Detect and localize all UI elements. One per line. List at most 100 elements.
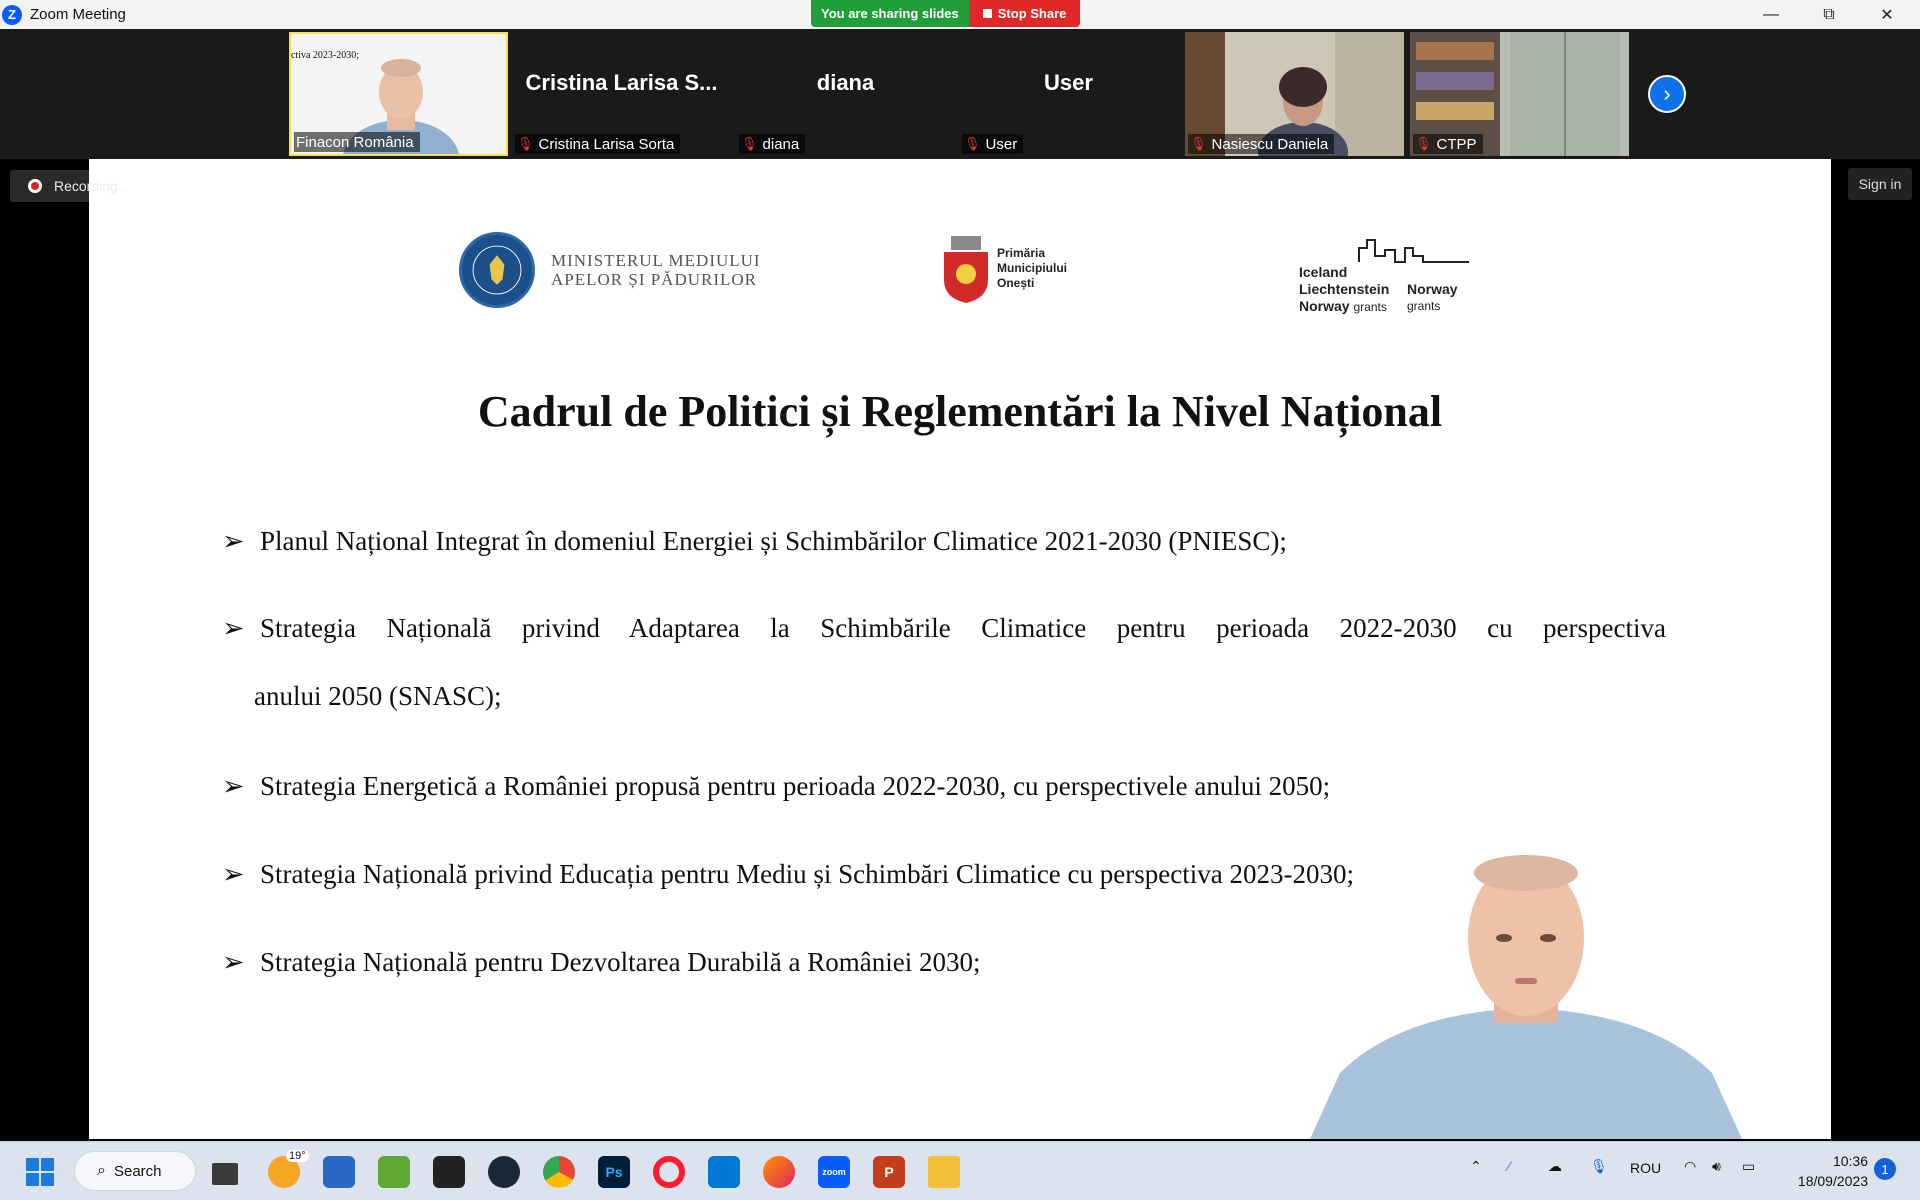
task-view-icon[interactable] bbox=[212, 1163, 238, 1185]
volume-icon[interactable]: 🔊︎ bbox=[1712, 1158, 1721, 1175]
stop-icon bbox=[982, 9, 992, 18]
photoshop-icon[interactable]: Ps bbox=[598, 1156, 630, 1188]
stop-share-label: Stop Share bbox=[997, 6, 1067, 21]
nvidia-icon[interactable] bbox=[378, 1156, 410, 1188]
search-icon: ⌕ bbox=[97, 1162, 106, 1179]
primaria-logo: Primăria Municipiului Onești bbox=[941, 232, 1067, 304]
zoom-icon: Z bbox=[2, 4, 22, 25]
taskbar: ⌕ Search 19° Ps zoom P ⌃ ∕ ☁ 🎙︎ ROU ◠ 🔊︎… bbox=[0, 1141, 1920, 1200]
bullet-item: ➢ Strategia Energetică a României propusă… bbox=[222, 751, 1662, 821]
firefox-icon[interactable] bbox=[763, 1156, 795, 1188]
participant-name: 🎙︎ diana bbox=[739, 134, 806, 154]
sign-in-button[interactable]: Sign in bbox=[1848, 168, 1912, 200]
opera-icon[interactable] bbox=[653, 1156, 685, 1188]
ministry-line1: MINISTERUL MEDIULUI bbox=[551, 251, 761, 270]
mic-muted-icon: 🎙︎ bbox=[741, 136, 758, 151]
record-icon bbox=[28, 179, 42, 193]
arrow-bullet-icon: ➢ bbox=[222, 613, 245, 643]
title-bar: Z Zoom Meeting You are sharing slides St… bbox=[0, 0, 1920, 29]
recording-label: Recording... bbox=[54, 178, 130, 194]
eea-line2: Liechtenstein bbox=[1299, 281, 1390, 297]
participant-display-name: diana bbox=[816, 70, 875, 95]
participant-name: 🎙︎ User bbox=[962, 134, 1024, 154]
participant-tile-ctpp[interactable]: 🎙︎ CTPP bbox=[1410, 32, 1629, 156]
ministry-line2: APELOR ȘI PĂDURILOR bbox=[551, 270, 758, 289]
ministry-logo: MINISTERUL MEDIULUI APELOR ȘI PĂDURILOR bbox=[459, 232, 761, 308]
eea-line1: Iceland bbox=[1299, 264, 1348, 280]
eea-line3: Norway bbox=[1299, 298, 1350, 314]
zoom-window: Z Zoom Meeting You are sharing slides St… bbox=[0, 0, 1920, 1200]
search-label: Search bbox=[113, 1162, 162, 1180]
participant-display-name: Cristina Larisa S... bbox=[525, 70, 718, 95]
zoom-icon[interactable]: zoom bbox=[818, 1156, 850, 1188]
windows-start-icon bbox=[26, 1158, 54, 1186]
arrow-bullet-icon: ➢ bbox=[222, 947, 245, 977]
taskbar-search[interactable]: ⌕ Search bbox=[74, 1151, 196, 1191]
battery-icon[interactable]: ▭ bbox=[1742, 1158, 1755, 1175]
participant-strip: ctiva 2023-2030; Finacon România Cristin… bbox=[0, 29, 1920, 159]
nvidia-icon[interactable] bbox=[433, 1156, 465, 1188]
microphone-icon[interactable]: 🎙︎ bbox=[1590, 1158, 1608, 1175]
norway-grants: grants bbox=[1407, 299, 1441, 313]
minimize-button[interactable]: — bbox=[1742, 0, 1800, 29]
mic-muted-icon: 🎙︎ bbox=[964, 136, 981, 151]
onedrive-icon[interactable]: ☁ bbox=[1548, 1158, 1562, 1175]
time: 10:36 bbox=[1832, 1153, 1868, 1169]
weather-temp: 19° bbox=[286, 1150, 309, 1162]
participant-name: 🎙︎ Cristina Larisa Sorta bbox=[515, 134, 681, 154]
participant-name: 🎙︎ CTPP bbox=[1413, 134, 1483, 154]
arrow-bullet-icon: ➢ bbox=[222, 526, 245, 556]
notification-badge[interactable]: 1 bbox=[1874, 1158, 1896, 1180]
window-title: Zoom Meeting bbox=[30, 6, 126, 23]
close-button[interactable]: ✕ bbox=[1858, 0, 1916, 29]
arrow-bullet-icon: ➢ bbox=[222, 859, 245, 889]
date: 18/09/2023 bbox=[1797, 1173, 1868, 1189]
participant-tile-nasiescu[interactable]: 🎙︎ Nasiescu Daniela bbox=[1185, 32, 1404, 156]
chevron-right-icon: › bbox=[1663, 81, 1671, 106]
share-banner: You are sharing slides Stop Share bbox=[811, 0, 1081, 27]
thumb-slide-caption: ctiva 2023-2030; bbox=[291, 50, 360, 61]
speaker-video-overlay[interactable] bbox=[1310, 843, 1742, 1139]
start-button[interactable] bbox=[24, 1156, 56, 1188]
participant-tile-user[interactable]: User 🎙︎ User bbox=[959, 32, 1178, 156]
primaria-line3: Onești bbox=[997, 275, 1035, 290]
powerpoint-icon[interactable]: P bbox=[873, 1156, 905, 1188]
chrome-icon[interactable] bbox=[543, 1156, 575, 1188]
minimize-icon: — bbox=[1763, 5, 1779, 23]
stop-share-button[interactable]: Stop Share bbox=[968, 0, 1081, 27]
participant-name: Finacon România bbox=[294, 132, 420, 152]
norway-label: Norway bbox=[1407, 281, 1458, 297]
wifi-icon[interactable]: ◠ bbox=[1684, 1158, 1696, 1175]
slide-title: Cadrul de Politici și Reglementări la Ni… bbox=[477, 387, 1443, 436]
participant-tile-finacon[interactable]: ctiva 2023-2030; Finacon România bbox=[289, 32, 508, 156]
eea-norway-grants-logo: Iceland Liechtenstein Norway grants Norw… bbox=[1299, 234, 1469, 314]
clock[interactable]: 10:36 18/09/2023 bbox=[1778, 1151, 1868, 1191]
eea-grants: grants bbox=[1353, 300, 1387, 314]
bullet-continuation: anului 2050 (SNASC); bbox=[254, 681, 502, 711]
primaria-line1: Primăria bbox=[997, 245, 1046, 260]
restore-icon: ⧉ bbox=[1823, 5, 1835, 23]
show-hidden-icons-icon[interactable]: ⌃ bbox=[1470, 1158, 1482, 1175]
bullet-item: ➢ Planul Național Integrat în domeniul En… bbox=[222, 506, 1662, 576]
close-icon: ✕ bbox=[1880, 6, 1894, 24]
steam-icon[interactable] bbox=[488, 1156, 520, 1188]
vscode-icon[interactable] bbox=[708, 1156, 740, 1188]
primaria-line2: Municipiului bbox=[997, 260, 1067, 275]
coat-of-arms-icon bbox=[944, 236, 988, 303]
participant-tile-diana[interactable]: diana 🎙︎ diana bbox=[736, 32, 955, 156]
government-seal-icon bbox=[459, 232, 535, 308]
language-indicator[interactable]: ROU bbox=[1630, 1160, 1661, 1176]
participant-tile-cristina[interactable]: Cristina Larisa S... 🎙︎ Cristina Larisa S… bbox=[512, 32, 731, 156]
restore-button[interactable]: ⧉ bbox=[1800, 0, 1858, 29]
participant-name: 🎙︎ Nasiescu Daniela bbox=[1188, 134, 1335, 154]
store-icon[interactable] bbox=[323, 1156, 355, 1188]
mic-muted-icon: 🎙︎ bbox=[1190, 136, 1207, 151]
file-explorer-icon[interactable] bbox=[928, 1156, 960, 1188]
skyline-icon bbox=[1358, 239, 1469, 263]
bullet-item: ➢ Strategia Națională privind Adaptarea l… bbox=[222, 593, 1666, 663]
mic-muted-icon: 🎙︎ bbox=[517, 136, 534, 151]
arrow-bullet-icon: ➢ bbox=[222, 771, 245, 801]
participant-display-name: User bbox=[1044, 70, 1093, 95]
pen-icon[interactable]: ∕ bbox=[1508, 1158, 1510, 1174]
next-page-button[interactable]: › bbox=[1648, 75, 1686, 113]
